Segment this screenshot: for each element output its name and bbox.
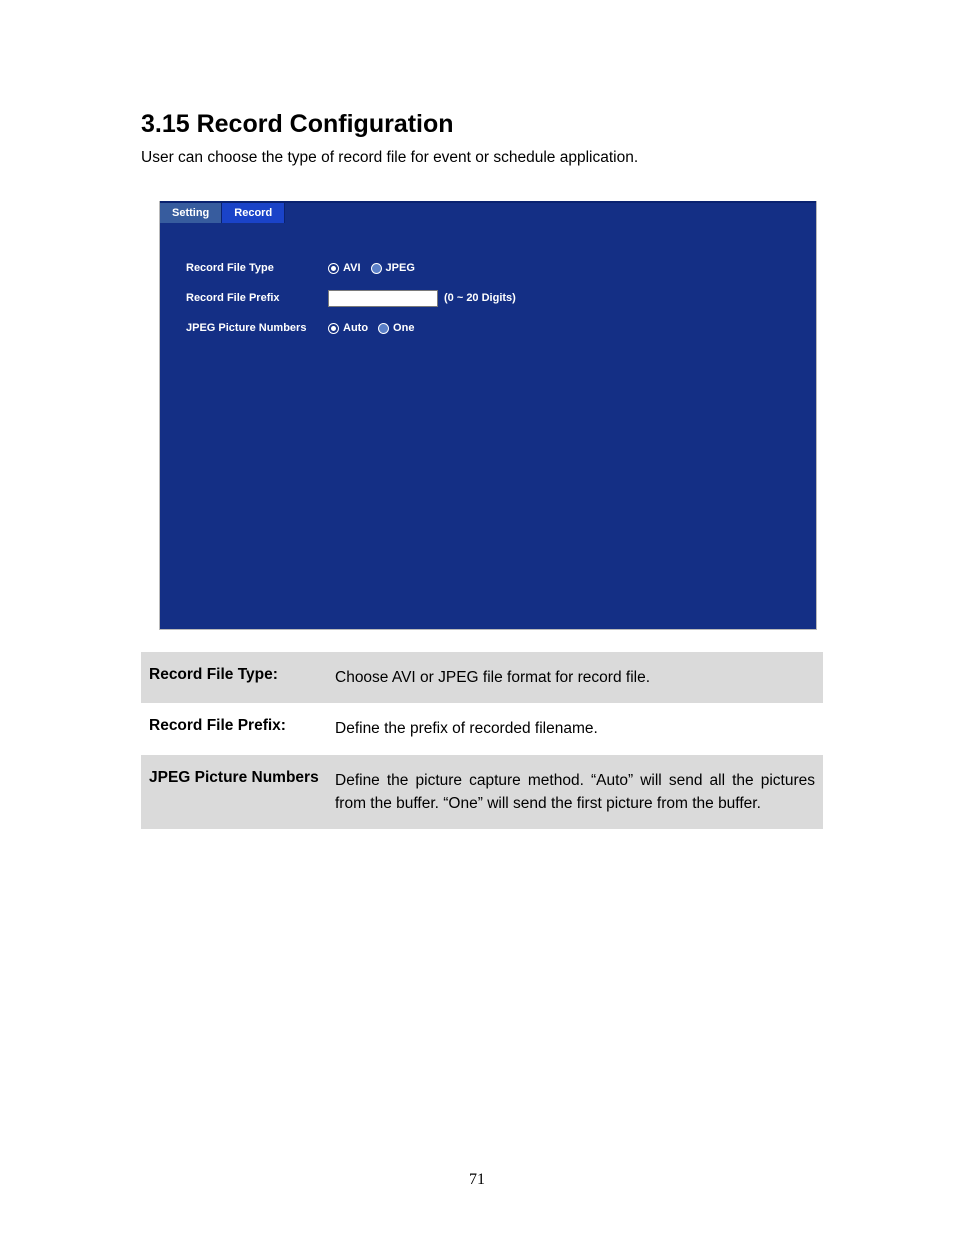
input-record-file-prefix[interactable] xyxy=(328,290,438,307)
radio-avi-label: AVI xyxy=(343,262,361,274)
description-table: Record File Type: Choose AVI or JPEG fil… xyxy=(141,652,823,829)
settings-panel: Record File Type AVI JPEG Record File Pr… xyxy=(160,223,816,629)
tab-record[interactable]: Record xyxy=(222,203,285,223)
tab-bar: Setting Record xyxy=(160,201,816,223)
radio-one[interactable] xyxy=(378,323,389,334)
row-record-file-type: Record File Type AVI JPEG xyxy=(186,259,790,277)
row-record-file-prefix: Record File Prefix (0 ~ 20 Digits) xyxy=(186,289,790,307)
desc-label-file-prefix: Record File Prefix: xyxy=(141,703,333,754)
label-record-file-type: Record File Type xyxy=(186,262,328,274)
row-jpeg-picture-numbers: JPEG Picture Numbers Auto One xyxy=(186,319,790,337)
tab-setting[interactable]: Setting xyxy=(160,203,222,223)
table-row: Record File Prefix: Define the prefix of… xyxy=(141,703,823,754)
desc-text-file-type: Choose AVI or JPEG file format for recor… xyxy=(333,652,823,703)
desc-label-file-type: Record File Type: xyxy=(141,652,333,703)
table-row: JPEG Picture Numbers Define the picture … xyxy=(141,755,823,830)
page-number: 71 xyxy=(0,1171,954,1189)
document-page: 3.15 Record Configuration User can choos… xyxy=(0,0,954,1235)
radio-avi[interactable] xyxy=(328,263,339,274)
settings-screenshot: Setting Record Record File Type AVI JPEG… xyxy=(159,201,817,630)
label-record-file-prefix: Record File Prefix xyxy=(186,292,328,304)
desc-text-jpeg-numbers: Define the picture capture method. “Auto… xyxy=(333,755,823,830)
radio-jpeg[interactable] xyxy=(371,263,382,274)
radio-jpeg-label: JPEG xyxy=(386,262,415,274)
hint-prefix-digits: (0 ~ 20 Digits) xyxy=(444,292,516,304)
section-heading: 3.15 Record Configuration xyxy=(141,110,821,139)
desc-label-jpeg-numbers: JPEG Picture Numbers xyxy=(141,755,333,830)
table-row: Record File Type: Choose AVI or JPEG fil… xyxy=(141,652,823,703)
label-jpeg-picture-numbers: JPEG Picture Numbers xyxy=(186,322,328,334)
radio-auto[interactable] xyxy=(328,323,339,334)
radio-auto-label: Auto xyxy=(343,322,368,334)
radio-one-label: One xyxy=(393,322,414,334)
desc-text-file-prefix: Define the prefix of recorded filename. xyxy=(333,703,823,754)
intro-paragraph: User can choose the type of record file … xyxy=(141,149,821,167)
